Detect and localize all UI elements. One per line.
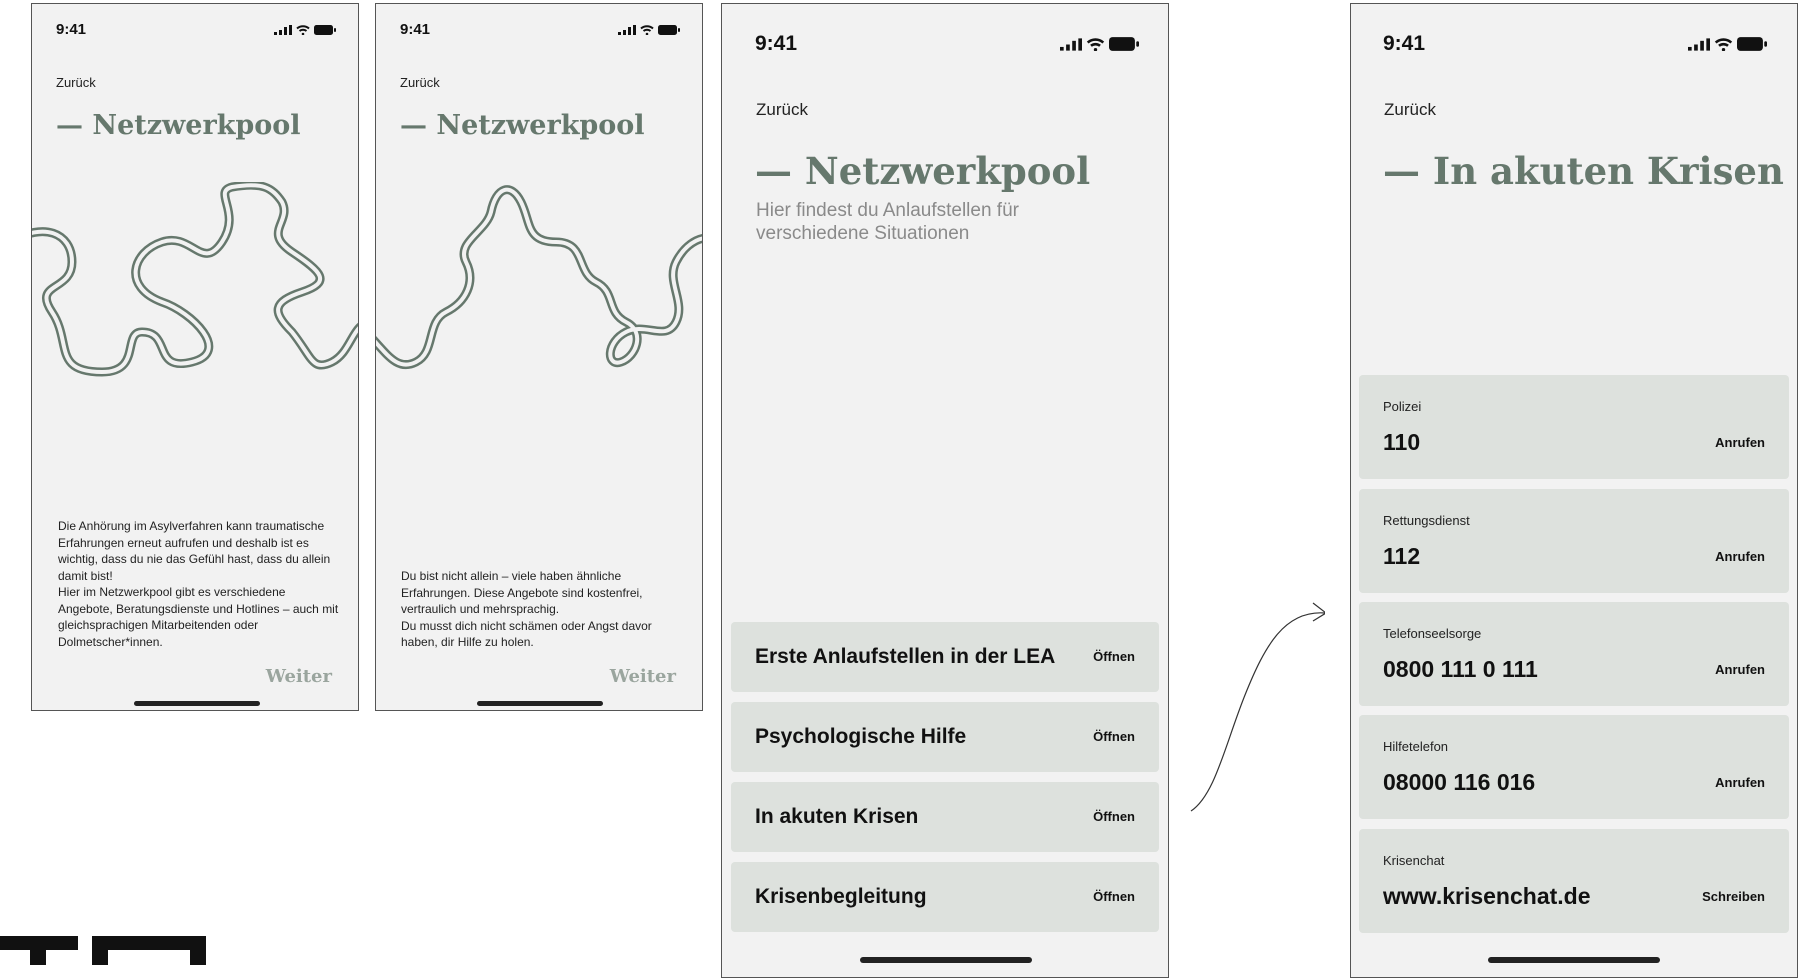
status-time: 9:41 <box>1383 32 1426 55</box>
intro-text: Du bist nicht allein – viele haben ähnli… <box>401 569 652 649</box>
phone-screen-akute-krisen: 9:41 Zurück — In akuten Krisen Polizei 1… <box>1350 3 1798 978</box>
signal-icon <box>618 24 636 35</box>
page-title: — In akuten Krisen <box>1383 149 1784 193</box>
page-title: — Netzwerkpool <box>56 110 301 141</box>
list-item-erste-anlaufstellen[interactable]: Erste Anlaufstellen in der LEA Öffnen <box>731 622 1159 692</box>
back-link[interactable]: Zurück <box>56 75 96 90</box>
home-indicator <box>477 701 603 706</box>
contact-card-telefonseelsorge: Telefonseelsorge 0800 111 0 111 Anrufen <box>1359 602 1789 706</box>
home-indicator <box>1488 957 1660 963</box>
call-button[interactable]: Anrufen <box>1715 662 1765 677</box>
contact-number: 112 <box>1383 543 1421 569</box>
call-button[interactable]: Anrufen <box>1715 435 1765 450</box>
status-bar: 9:41 <box>400 21 680 38</box>
list-item-label: In akuten Krisen <box>755 805 919 828</box>
back-link[interactable]: Zurück <box>400 75 440 90</box>
wifi-icon <box>296 24 310 35</box>
network-illustration <box>32 182 358 377</box>
wifi-icon <box>640 24 654 35</box>
network-illustration <box>376 185 702 370</box>
logo-mark <box>0 936 206 965</box>
battery-icon <box>1109 37 1139 51</box>
signal-icon <box>1060 37 1082 51</box>
phone-screen-netzwerkpool: 9:41 Zurück — Netzwerkpool Hier findest … <box>721 3 1169 978</box>
status-time: 9:41 <box>56 21 87 38</box>
battery-icon <box>314 24 336 35</box>
status-time: 9:41 <box>400 21 431 38</box>
list-item-label: Krisenbegleitung <box>755 885 927 908</box>
open-button[interactable]: Öffnen <box>1093 649 1135 664</box>
home-indicator <box>860 957 1032 963</box>
status-bar: 9:41 <box>755 32 1139 56</box>
signal-icon <box>274 24 292 35</box>
contact-number: 0800 111 0 111 <box>1383 656 1538 682</box>
list-item-label: Erste Anlaufstellen in der LEA <box>755 645 1056 668</box>
back-link[interactable]: Zurück <box>1384 100 1436 120</box>
contact-name: Polizei <box>1383 399 1422 414</box>
call-button[interactable]: Anrufen <box>1715 549 1765 564</box>
arrow-icon <box>1190 602 1325 812</box>
wifi-icon <box>1714 37 1733 51</box>
page-title: — Netzwerkpool <box>400 110 645 141</box>
contact-card-hilfetelefon: Hilfetelefon 08000 116 016 Anrufen <box>1359 715 1789 819</box>
phone-screen-intro-1: 9:41 Zurück — Netzwerkpool Die Anhörung … <box>31 3 359 711</box>
next-button[interactable]: Weiter <box>610 666 676 687</box>
contact-card-polizei: Polizei 110 Anrufen <box>1359 375 1789 479</box>
call-button[interactable]: Anrufen <box>1715 775 1765 790</box>
open-button[interactable]: Öffnen <box>1093 889 1135 904</box>
wifi-icon <box>1086 37 1105 51</box>
intro-text: Die Anhörung im Asylverfahren kann traum… <box>58 519 339 649</box>
open-button[interactable]: Öffnen <box>1093 809 1135 824</box>
status-bar: 9:41 <box>1383 32 1767 56</box>
list-item-label: Psychologische Hilfe <box>755 725 967 748</box>
contact-number: 110 <box>1383 429 1421 455</box>
status-time: 9:41 <box>755 32 798 55</box>
page-title: — Netzwerkpool <box>755 149 1091 193</box>
contact-number: www.krisenchat.de <box>1383 883 1591 909</box>
list-item-psychologische-hilfe[interactable]: Psychologische Hilfe Öffnen <box>731 702 1159 772</box>
contact-number: 08000 116 016 <box>1383 769 1536 795</box>
home-indicator <box>134 701 260 706</box>
next-button[interactable]: Weiter <box>266 666 332 687</box>
signal-icon <box>1688 37 1710 51</box>
contact-name: Telefonseelsorge <box>1383 626 1482 641</box>
contact-name: Hilfetelefon <box>1383 739 1449 754</box>
battery-icon <box>1737 37 1767 51</box>
open-button[interactable]: Öffnen <box>1093 729 1135 744</box>
page-subtitle: Hier findest du Anlaufstellen für versch… <box>756 200 1019 244</box>
contact-name: Krisenchat <box>1383 853 1445 868</box>
status-bar: 9:41 <box>56 21 336 38</box>
back-link[interactable]: Zurück <box>756 100 808 120</box>
list-item-krisenbegleitung[interactable]: Krisenbegleitung Öffnen <box>731 862 1159 932</box>
battery-icon <box>658 24 680 35</box>
contact-name: Rettungsdienst <box>1383 513 1470 528</box>
contact-card-rettungsdienst: Rettungsdienst 112 Anrufen <box>1359 489 1789 593</box>
write-button[interactable]: Schreiben <box>1702 889 1765 904</box>
contact-card-krisenchat: Krisenchat www.krisenchat.de Schreiben <box>1359 829 1789 933</box>
phone-screen-intro-2: 9:41 Zurück — Netzwerkpool Du bist nicht… <box>375 3 703 711</box>
list-item-in-akuten-krisen[interactable]: In akuten Krisen Öffnen <box>731 782 1159 852</box>
